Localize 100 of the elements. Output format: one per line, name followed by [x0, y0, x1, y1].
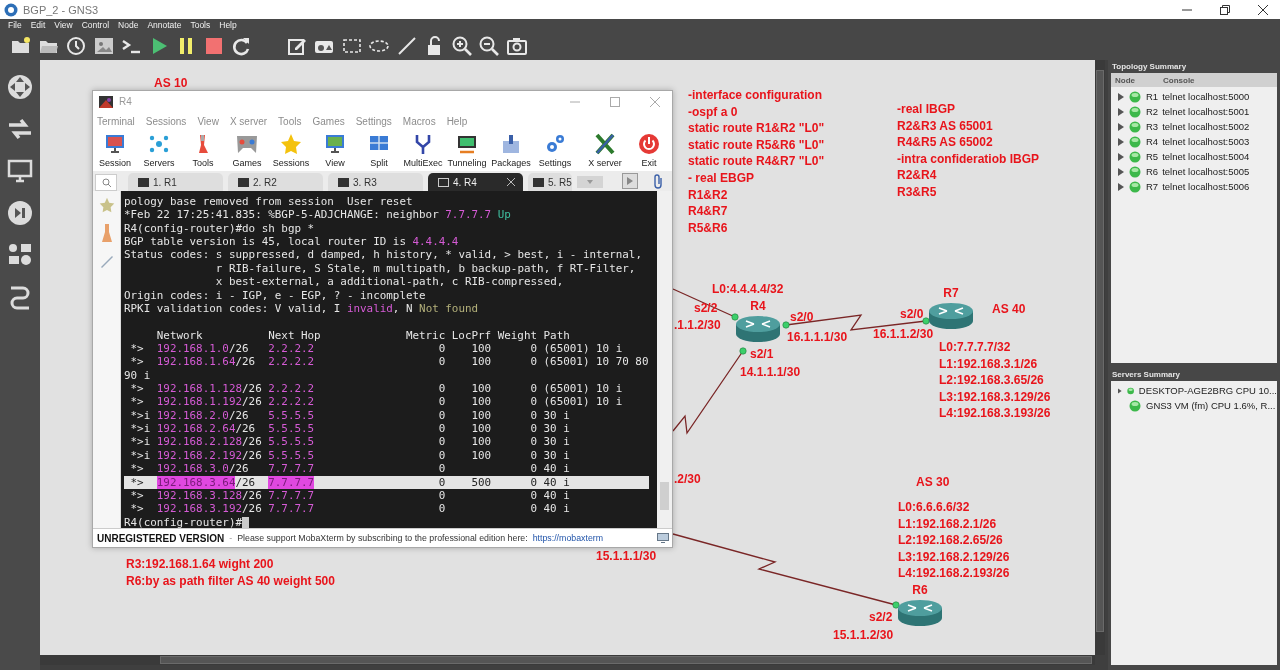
paperclip-icon[interactable] — [652, 173, 664, 189]
menu-item[interactable]: Macros — [402, 115, 436, 127]
menu-item[interactable]: Node — [118, 20, 139, 30]
menu-item[interactable]: Annotate — [147, 20, 182, 30]
toolbar-button[interactable]: Split — [357, 130, 401, 168]
menu-item[interactable]: Settings — [355, 115, 392, 127]
router-icon[interactable] — [897, 598, 943, 628]
toolbar-button[interactable]: X server — [583, 130, 627, 168]
toolbar-button[interactable]: Settings — [533, 130, 577, 168]
zoom-out-icon[interactable] — [478, 34, 500, 57]
server-label[interactable]: DESKTOP-AGE2BRG CPU 10... — [1138, 385, 1277, 396]
toolbar-button[interactable]: Packages — [489, 130, 533, 168]
menu-item[interactable]: Terminal — [97, 115, 135, 127]
close-icon[interactable] — [507, 178, 515, 186]
monitor-icon[interactable] — [7, 158, 33, 184]
terminal-tab[interactable]: 3. R3 — [328, 173, 423, 191]
table-row[interactable]: *>i 192.168.2.64/26 5.5.5.5 0 100 0 30 i — [124, 422, 649, 436]
star-icon[interactable] — [98, 197, 115, 213]
network-address: 192.168.3.64 — [156, 475, 236, 489]
router-icon[interactable] — [735, 314, 781, 344]
gamepad-icon — [236, 133, 258, 155]
power-icon — [638, 133, 660, 155]
terminal-tab[interactable]: 5. R5 — [528, 173, 572, 191]
node-name[interactable]: R2 — [1146, 106, 1159, 117]
router-icon[interactable] — [928, 301, 974, 331]
scrollbar[interactable] — [657, 191, 672, 528]
table-row[interactable]: *>i 192.168.2.0/26 5.5.5.5 0 100 0 30 i — [124, 408, 649, 423]
next-hop: 7.7.7.7 — [268, 502, 315, 516]
table-row[interactable]: *> 192.168.1.192/26 2.2.2.2 0 100 0 (65001) 10 i — [124, 395, 649, 409]
toolbar-button[interactable]: MultiExec — [401, 130, 445, 168]
sidebar-toggle-icon[interactable] — [622, 173, 638, 189]
status-icon — [1129, 399, 1141, 412]
menu-item[interactable]: Tools — [278, 115, 302, 127]
node-name[interactable]: R6 — [1146, 166, 1159, 177]
node-name[interactable]: R3 — [1146, 121, 1159, 132]
node-name[interactable]: R7 — [1146, 181, 1159, 192]
metric: 0 — [437, 408, 446, 423]
table-row[interactable]: *> 192.168.3.128/26 7.7.7.7 0 0 40 i — [124, 488, 649, 503]
menu-item[interactable]: Edit — [30, 20, 46, 30]
next-hop: 2.2.2.2 — [268, 395, 315, 409]
table-row[interactable]: *> 192.168.1.64/26 2.2.2.2 0 100 0 (65001) 10 70 80 90 i — [124, 355, 649, 383]
table-row[interactable]: *> 192.168.3.64/26 7.7.7.7 0 500 0 40 i — [124, 475, 649, 489]
menu-item[interactable]: View — [54, 20, 73, 30]
terminal-tab[interactable]: 4. R4 — [428, 173, 523, 191]
port-dot — [892, 601, 900, 609]
menu-item[interactable]: File — [8, 20, 22, 30]
as-path: 30 i — [543, 448, 570, 462]
menu-item[interactable]: Tools — [190, 20, 211, 30]
table-row[interactable]: *>i 192.168.2.192/26 5.5.5.5 0 100 0 30 i — [124, 448, 649, 463]
node-name[interactable]: R4 — [1146, 136, 1159, 147]
menu-item[interactable]: X server — [229, 115, 268, 127]
toolbar-button[interactable]: Tools — [181, 130, 225, 168]
quick-connect-field[interactable] — [95, 174, 117, 191]
clock-icon[interactable] — [65, 34, 87, 57]
devices-icon[interactable] — [7, 242, 33, 268]
table-row[interactable]: *> 192.168.1.128/26 2.2.2.2 0 100 0 (65001) 10 i — [124, 382, 649, 396]
menu-item[interactable]: Help — [446, 115, 468, 127]
as-path: 30 i — [543, 408, 570, 422]
local-preference: 100 — [471, 341, 492, 355]
terminal-text: pology base removed from session User reset — [124, 195, 413, 208]
weight: 0 — [529, 488, 537, 503]
scrollbar[interactable] — [40, 655, 1095, 665]
menu-item[interactable]: Sessions — [145, 115, 187, 127]
toolbar-button[interactable]: Exit — [627, 130, 671, 168]
table-row[interactable]: *> 192.168.1.0/26 2.2.2.2 0 100 0 (65001) 10 i — [124, 341, 649, 356]
menu-item[interactable]: View — [197, 115, 219, 127]
annotation-text: static route R4&R7 "L0" — [688, 153, 825, 170]
table-row[interactable]: *> 192.168.3.0/26 7.7.7.7 0 0 40 i — [124, 462, 649, 476]
close-icon[interactable] — [1258, 4, 1268, 15]
restore-icon[interactable] — [1220, 4, 1230, 15]
node-name[interactable]: R5 — [1146, 151, 1159, 162]
link[interactable]: https://mobaxterm — [532, 533, 604, 543]
arrows-icon[interactable] — [7, 116, 33, 142]
menu-item[interactable]: Games — [312, 115, 345, 127]
play-pause-icon[interactable] — [7, 200, 33, 226]
toolbar-button[interactable]: View — [313, 130, 357, 168]
network-address: 192.168.3.192 — [156, 502, 242, 516]
table-row[interactable]: *> 192.168.3.192/26 7.7.7.7 0 0 40 i — [124, 502, 649, 516]
toolbar-button[interactable]: Tunneling — [445, 130, 489, 168]
toolbar-button[interactable]: Session — [93, 130, 137, 168]
server-label[interactable]: GNS3 VM (fm) CPU 1.6%, R... — [1146, 400, 1276, 411]
toolbar-button[interactable]: Games — [225, 130, 269, 168]
monitor-icon[interactable] — [657, 533, 669, 543]
node-name[interactable]: R1 — [1146, 91, 1159, 102]
toolbar-button[interactable]: Sessions — [269, 130, 313, 168]
annotation-text: L2:192.168.3.65/26 — [939, 372, 1044, 389]
terminal-text: RPKI validation codes: V valid, I — [124, 301, 342, 315]
caret-icon[interactable] — [1118, 386, 1122, 395]
terminal-tab[interactable]: 2. R2 — [228, 173, 323, 191]
zoom-in-icon[interactable] — [450, 34, 473, 57]
terminal-text: x best-external, a additional-path, c RIB-compressed, — [214, 275, 564, 289]
menu-item[interactable]: Control — [81, 20, 110, 30]
local-preference: 500 — [471, 475, 492, 489]
menu-item[interactable]: Help — [219, 20, 237, 30]
weight: 0 — [529, 422, 537, 436]
toolbar-button[interactable]: Servers — [137, 130, 181, 168]
scrollbar[interactable] — [1095, 60, 1105, 655]
terminal-tab[interactable]: 1. R1 — [128, 173, 223, 191]
move-icon[interactable] — [7, 74, 33, 100]
table-row[interactable]: *>i 192.168.2.128/26 5.5.5.5 0 100 0 30 i — [124, 435, 649, 449]
